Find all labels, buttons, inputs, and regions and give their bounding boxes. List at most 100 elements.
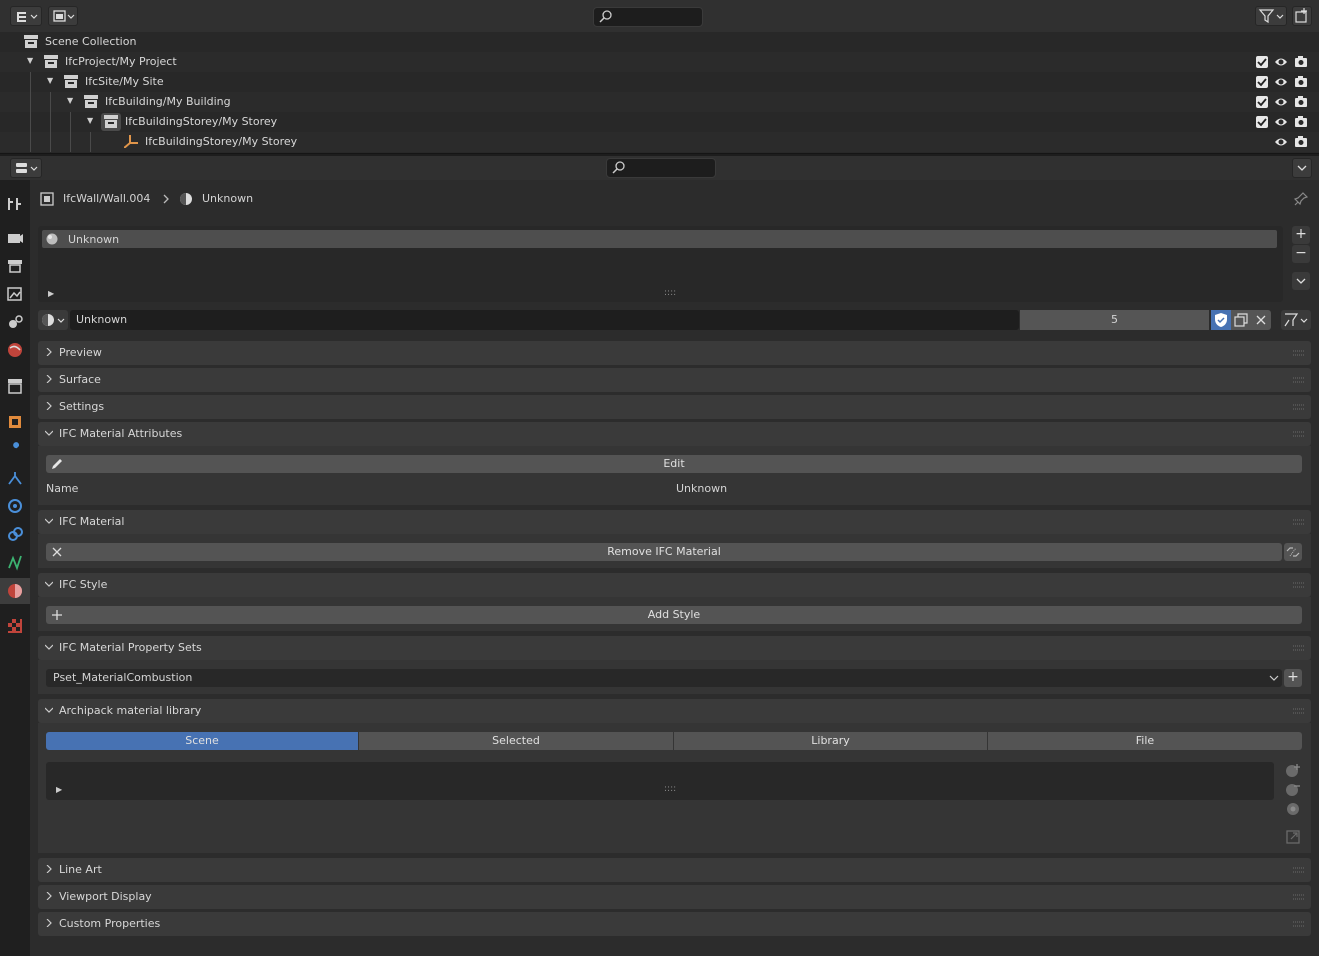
drag-grip-icon[interactable] xyxy=(1293,708,1305,714)
drag-grip-icon[interactable] xyxy=(1293,377,1305,383)
camera-icon[interactable] xyxy=(1294,55,1308,69)
camera-icon[interactable] xyxy=(1294,115,1308,129)
outliner-row-scene-collection[interactable]: Scene Collection xyxy=(0,32,1319,52)
exclude-checkbox[interactable] xyxy=(1256,56,1268,68)
editor-type-button[interactable] xyxy=(10,158,42,178)
drag-grip-icon[interactable] xyxy=(1293,645,1305,651)
data-tab-icon[interactable] xyxy=(5,552,25,572)
add-slot-button[interactable]: + xyxy=(1292,226,1310,244)
archipack-tab-scene[interactable]: Scene xyxy=(46,732,358,750)
panel-ifc-material-property-sets[interactable]: IFC Material Property Sets xyxy=(38,636,1311,660)
pin-icon[interactable] xyxy=(1294,192,1308,206)
panel-settings[interactable]: Settings xyxy=(38,395,1311,419)
node-link-button[interactable] xyxy=(1281,310,1311,330)
exclude-checkbox[interactable] xyxy=(1256,76,1268,88)
modifier-tab-icon[interactable] xyxy=(5,440,25,460)
fake-user-button[interactable] xyxy=(1211,310,1231,330)
particles-tab-icon[interactable] xyxy=(5,468,25,488)
expand-triangle-icon[interactable]: ▼ xyxy=(87,116,93,125)
exclude-checkbox[interactable] xyxy=(1256,116,1268,128)
scene-tab-icon[interactable] xyxy=(5,312,25,332)
panel-ifc-material[interactable]: IFC Material xyxy=(38,510,1311,534)
world-tab-icon[interactable] xyxy=(5,340,25,360)
camera-icon[interactable] xyxy=(1294,75,1308,89)
panel-line-art[interactable]: Line Art xyxy=(38,858,1311,882)
object-tab-icon[interactable] xyxy=(5,412,25,432)
outliner-row-ifcbuilding[interactable]: ▼ IfcBuilding/My Building xyxy=(0,92,1319,112)
panel-archipack-material-library[interactable]: Archipack material library xyxy=(38,699,1311,723)
drag-grip-icon[interactable] xyxy=(1293,867,1305,873)
archipack-tab-file[interactable]: File xyxy=(988,732,1302,750)
outliner-row-ifcsite[interactable]: ▼ IfcSite/My Site xyxy=(0,72,1319,92)
constraints-tab-icon[interactable] xyxy=(5,524,25,544)
drag-grip-icon[interactable] xyxy=(1293,404,1305,410)
add-material-icon[interactable] xyxy=(1285,763,1301,779)
expand-triangle-icon[interactable]: ▼ xyxy=(47,76,53,85)
material-users-count[interactable]: 5 xyxy=(1020,310,1209,330)
exclude-checkbox[interactable] xyxy=(1256,96,1268,108)
outliner-search-input[interactable] xyxy=(593,7,703,27)
material-tab-icon[interactable] xyxy=(5,581,25,601)
eye-icon[interactable] xyxy=(1274,55,1288,69)
duplicate-material-button[interactable] xyxy=(1231,310,1251,330)
unlink-material-button[interactable] xyxy=(1251,310,1271,330)
eye-icon[interactable] xyxy=(1274,75,1288,89)
resize-grip-icon[interactable]: :::: xyxy=(664,288,676,298)
new-collection-button[interactable] xyxy=(1292,6,1312,26)
outliner-row-ifcproject[interactable]: ▼ IfcProject/My Project xyxy=(0,52,1319,72)
drag-grip-icon[interactable] xyxy=(1293,350,1305,356)
material-view-icon[interactable] xyxy=(1285,801,1301,817)
panel-viewport-display[interactable]: Viewport Display xyxy=(38,885,1311,909)
camera-icon[interactable] xyxy=(1294,135,1308,149)
outliner-row-ifcbuildingstorey-empty[interactable]: IfcBuildingStorey/My Storey xyxy=(0,132,1319,152)
shield-icon xyxy=(1215,313,1227,327)
expand-triangle-icon[interactable]: ▼ xyxy=(27,56,33,65)
panel-surface[interactable]: Surface xyxy=(38,368,1311,392)
add-style-button[interactable]: Add Style xyxy=(46,606,1302,624)
editor-type-button[interactable] xyxy=(10,6,42,26)
eye-icon[interactable] xyxy=(1274,135,1288,149)
render-tab-icon[interactable] xyxy=(5,228,25,248)
unlink-button[interactable] xyxy=(1284,543,1302,561)
panel-custom-properties[interactable]: Custom Properties xyxy=(38,912,1311,936)
add-pset-button[interactable]: + xyxy=(1284,669,1302,687)
list-filter-triangle-icon[interactable]: ▶ xyxy=(48,289,54,298)
list-filter-triangle-icon[interactable]: ▶ xyxy=(56,785,62,794)
browse-material-button[interactable] xyxy=(38,310,68,330)
options-dropdown-button[interactable] xyxy=(1292,158,1312,178)
collection-tab-icon[interactable] xyxy=(5,376,25,396)
drag-grip-icon[interactable] xyxy=(1293,582,1305,588)
material-name-field[interactable]: Unknown xyxy=(70,310,1019,330)
drag-grip-icon[interactable] xyxy=(1293,921,1305,927)
camera-icon[interactable] xyxy=(1294,95,1308,109)
panel-ifc-style[interactable]: IFC Style xyxy=(38,573,1311,597)
filter-button[interactable] xyxy=(1255,6,1287,26)
edit-attributes-button[interactable]: Edit xyxy=(46,455,1302,473)
panel-preview[interactable]: Preview xyxy=(38,341,1311,365)
expand-triangle-icon[interactable]: ▼ xyxy=(67,96,73,105)
material-slot-item[interactable]: Unknown xyxy=(42,230,1277,248)
export-material-icon[interactable] xyxy=(1285,829,1301,845)
archipack-tab-selected[interactable]: Selected xyxy=(359,732,673,750)
display-mode-button[interactable] xyxy=(48,6,78,26)
remove-ifc-material-button[interactable]: Remove IFC Material xyxy=(46,543,1282,561)
eye-icon[interactable] xyxy=(1274,95,1288,109)
output-tab-icon[interactable] xyxy=(5,256,25,276)
archipack-tab-library[interactable]: Library xyxy=(674,732,987,750)
slot-specials-button[interactable] xyxy=(1292,272,1310,290)
view-layer-tab-icon[interactable] xyxy=(5,284,25,304)
remove-material-icon[interactable] xyxy=(1285,782,1301,798)
properties-search-input[interactable] xyxy=(606,158,716,178)
drag-grip-icon[interactable] xyxy=(1293,519,1305,525)
eye-icon[interactable] xyxy=(1274,115,1288,129)
texture-tab-icon[interactable] xyxy=(5,616,25,636)
outliner-row-ifcbuildingstorey-collection[interactable]: ▼ IfcBuildingStorey/My Storey xyxy=(0,112,1319,132)
panel-ifc-material-attributes[interactable]: IFC Material Attributes xyxy=(38,422,1311,446)
pset-select[interactable]: Pset_MaterialCombustion xyxy=(46,669,1282,687)
remove-slot-button[interactable]: − xyxy=(1292,245,1310,263)
physics-tab-icon[interactable] xyxy=(5,496,25,516)
tool-tab-icon[interactable] xyxy=(5,194,25,214)
drag-grip-icon[interactable] xyxy=(1293,894,1305,900)
resize-grip-icon[interactable]: :::: xyxy=(664,784,676,794)
drag-grip-icon[interactable] xyxy=(1293,431,1305,437)
